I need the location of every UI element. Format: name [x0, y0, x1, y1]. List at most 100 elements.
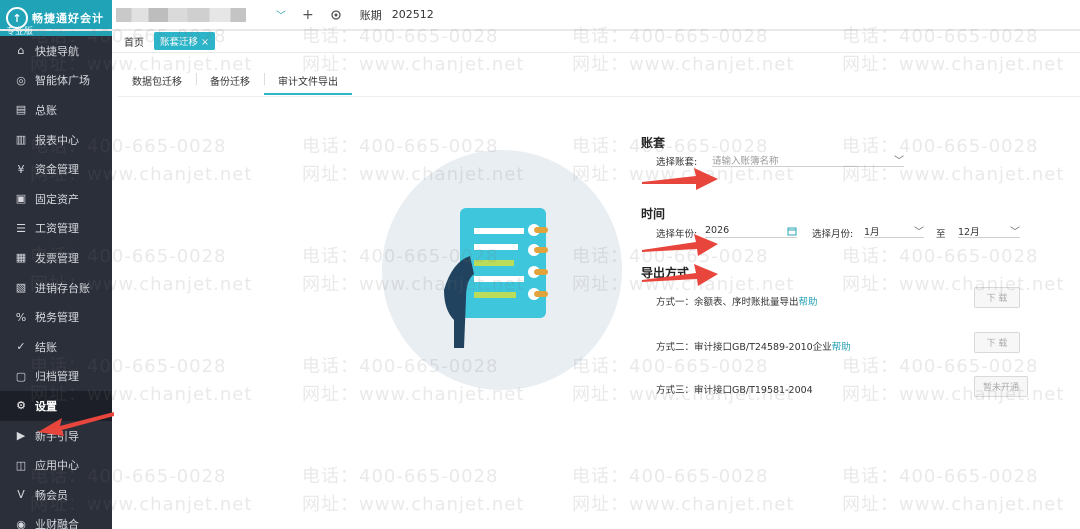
sidebar-item-integration[interactable]: ◉ 业财融合: [0, 510, 112, 529]
watermark-phone: 电话：400-665-0028: [302, 466, 499, 487]
sidebar-item-inventory[interactable]: ▧ 进销存台账: [0, 273, 112, 303]
home-icon: ⌂: [17, 44, 25, 58]
ledger-icon: ▤: [15, 103, 27, 117]
sidebar-item-label: 发票管理: [35, 251, 79, 265]
method1-help-link[interactable]: 帮助: [799, 297, 818, 308]
account-input[interactable]: 请输入账簿名称 ﹀: [712, 153, 904, 167]
sidebar-item-agent[interactable]: ◎ 智能体广场: [0, 66, 112, 96]
gear-icon: ⚙: [16, 399, 26, 413]
account-selector-blurred[interactable]: [116, 7, 246, 22]
member-icon: V: [17, 488, 25, 502]
month-to-value: 12月: [958, 226, 980, 238]
tab-divider: [112, 52, 1080, 53]
plus-icon[interactable]: +: [302, 7, 314, 23]
method3-open-button[interactable]: 暂未开通: [974, 376, 1028, 397]
sidebar-item-archive[interactable]: ▢ 归档管理: [0, 362, 112, 392]
sidebar-item-label: 智能体广场: [35, 74, 90, 88]
method1-text: 方式一：余额表、序时账批量导出: [656, 297, 799, 308]
subtab-backup[interactable]: 备份迁移: [196, 63, 264, 95]
sidebar-item-label: 总账: [35, 103, 57, 117]
sidebar-item-label: 资金管理: [35, 163, 79, 177]
method2-help-link[interactable]: 帮助: [832, 342, 851, 353]
to-label: 至: [936, 229, 946, 240]
sidebar-item-tax[interactable]: % 税务管理: [0, 302, 112, 332]
integration-icon: ◉: [16, 517, 26, 529]
sidebar-item-home[interactable]: ⌂ 快捷导航: [0, 36, 112, 66]
sidebar-item-label: 归档管理: [35, 370, 79, 384]
method2-download-button[interactable]: 下 载: [974, 332, 1020, 353]
invoice-icon: ▦: [15, 251, 27, 265]
watermark-phone: 电话：400-665-0028: [842, 246, 1039, 267]
tab-account-migration[interactable]: 账套迁移 ×: [154, 32, 215, 50]
sidebar-item-chart[interactable]: ▥ 报表中心: [0, 125, 112, 155]
chevron-down-icon[interactable]: ﹀: [1010, 223, 1020, 238]
sidebar-item-label: 业财融合: [35, 518, 79, 529]
month-to-select[interactable]: 12月 ﹀: [958, 224, 1020, 238]
watermark-phone: 电话：400-665-0028: [842, 356, 1039, 377]
sidebar-item-close-period[interactable]: ✓ 结账: [0, 332, 112, 362]
subtabs: 数据包迁移 备份迁移 审计文件导出: [118, 63, 352, 95]
money-icon: ¥: [17, 162, 25, 176]
sidebar-nav: ⌂ 快捷导航 ◎ 智能体广场 ▤ 总账 ▥ 报表中心 ¥ 资金管理 ▣ 固定资产 ☰ 工资管理 ▦ 发票管理 ▧…: [0, 36, 112, 529]
account-placeholder: 请输入账簿名称: [712, 155, 779, 167]
watermark-site: 网址：www.chanjet.net: [572, 54, 795, 75]
red-arrow-export: [642, 264, 718, 286]
calendar-icon[interactable]: [787, 226, 797, 236]
salary-icon: ☰: [16, 221, 26, 235]
sidebar-item-money[interactable]: ¥ 资金管理: [0, 154, 112, 184]
sidebar-item-ledger[interactable]: ▤ 总账: [0, 95, 112, 125]
sidebar-item-app-center[interactable]: ◫ 应用中心: [0, 450, 112, 480]
chart-icon: ▥: [15, 133, 27, 147]
period-value[interactable]: 202512: [392, 8, 434, 21]
chevron-down-icon[interactable]: ﹀: [914, 223, 924, 238]
guide-icon: ▶: [16, 429, 26, 443]
close-icon[interactable]: ×: [201, 37, 209, 48]
gear-icon[interactable]: [330, 9, 342, 21]
tab-bar: 首页 账套迁移 ×: [112, 31, 1080, 51]
red-arrow-settings: [38, 412, 114, 436]
method2-text: 方式二：审计接口GB/T24589-2010企业: [656, 342, 832, 353]
method1-download-button[interactable]: 下 载: [974, 287, 1020, 308]
sidebar-item-label: 工资管理: [35, 222, 79, 236]
method3-text: 方式三：审计接口GB/T19581-2004: [656, 385, 813, 396]
sidebar-item-invoice[interactable]: ▦ 发票管理: [0, 243, 112, 273]
sidebar-item-label: 进销存台账: [35, 281, 90, 295]
app-center-icon: ◫: [15, 458, 27, 472]
watermark-site: 网址：www.chanjet.net: [842, 54, 1065, 75]
watermark-site: 网址：www.chanjet.net: [842, 384, 1065, 405]
subtab-divider: [118, 96, 1080, 97]
sidebar-item-salary[interactable]: ☰ 工资管理: [0, 214, 112, 244]
watermark-phone: 电话：400-665-0028: [842, 466, 1039, 487]
archive-icon: ▢: [15, 369, 27, 383]
sidebar-item-label: 固定资产: [35, 192, 79, 206]
agent-icon: ◎: [16, 73, 26, 87]
chevron-down-icon[interactable]: ﹀: [894, 152, 904, 167]
sidebar-item-member[interactable]: V 畅会员: [0, 480, 112, 510]
tab-label: 账套迁移: [160, 37, 199, 48]
logo-text: 畅捷通好会计: [32, 12, 104, 25]
subtab-data-package[interactable]: 数据包迁移: [118, 63, 196, 95]
asset-icon: ▣: [15, 192, 27, 206]
month-from-select[interactable]: 1月 ﹀: [864, 224, 924, 238]
sidebar-item-label: 畅会员: [35, 488, 68, 502]
method2-row: 方式二：审计接口GB/T24589-2010企业帮助: [656, 339, 851, 353]
close-period-icon: ✓: [16, 340, 26, 354]
sidebar-item-label: 报表中心: [35, 133, 79, 147]
sidebar-item-label: 快捷导航: [35, 44, 79, 58]
red-arrow-account: [642, 168, 718, 190]
top-bar: ﹀ + 账期 202512: [112, 0, 1080, 29]
chevron-down-icon[interactable]: ﹀: [276, 7, 286, 22]
month-label: 选择月份:: [812, 229, 854, 240]
inventory-icon: ▧: [15, 281, 27, 295]
account-section-title: 账套: [641, 136, 666, 150]
watermark-site: 网址：www.chanjet.net: [302, 494, 525, 515]
time-section-title: 时间: [641, 207, 666, 221]
tab-home[interactable]: 首页: [124, 34, 144, 49]
month-from-value: 1月: [864, 226, 880, 238]
watermark-site: 网址：www.chanjet.net: [842, 494, 1065, 515]
watermark-site: 网址：www.chanjet.net: [842, 274, 1065, 295]
sidebar-item-asset[interactable]: ▣ 固定资产: [0, 184, 112, 214]
sidebar: ↑ 畅捷通好会计 专业版 ⌂ 快捷导航 ◎ 智能体广场 ▤ 总账 ▥ 报表中心 ¥ 资金管理 ▣ 固定…: [0, 0, 112, 529]
subtab-audit-export[interactable]: 审计文件导出: [264, 63, 352, 95]
method1-row: 方式一：余额表、序时账批量导出帮助: [656, 294, 818, 308]
